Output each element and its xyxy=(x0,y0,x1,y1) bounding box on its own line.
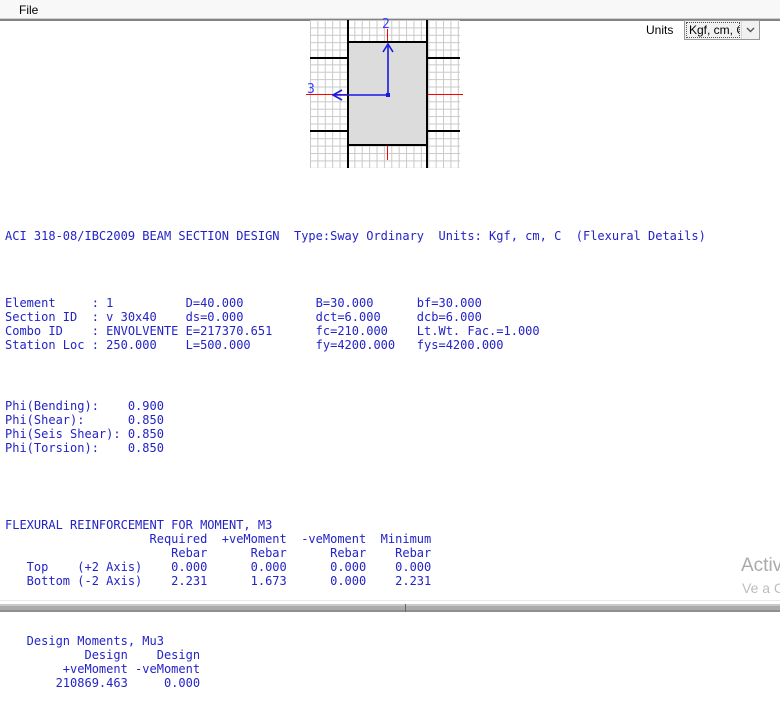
report-line: Combo ID : ENVOLVENTE E=217370.651 fc=21… xyxy=(5,324,706,338)
units-dropdown[interactable]: Kgf, cm, C xyxy=(684,20,760,40)
report-line: Required +veMoment -veMoment Minimum xyxy=(5,532,706,546)
window-bottom-notch xyxy=(405,604,406,612)
report-title: ACI 318-08/IBC2009 BEAM SECTION DESIGN T… xyxy=(5,229,706,243)
axes-arrows xyxy=(310,20,460,168)
report-line: 210869.463 0.000 xyxy=(5,676,706,690)
axis-2-label: 2 xyxy=(382,17,390,32)
report-line: Section ID : v 30x40 ds=0.000 dct=6.000 … xyxy=(5,310,706,324)
report-line: Phi(Torsion): 0.850 xyxy=(5,441,706,455)
section-info: Element : 1 D=40.000 B=30.000 bf=30.000S… xyxy=(5,296,706,352)
units-value: Kgf, cm, C xyxy=(686,22,740,38)
section-phi: Phi(Bending): 0.900Phi(Shear): 0.850Phi(… xyxy=(5,399,706,455)
report-line: Bottom (-2 Axis) 2.231 1.673 0.000 2.231 xyxy=(5,574,706,588)
report-line: Phi(Bending): 0.900 xyxy=(5,399,706,413)
report-line: +veMoment -veMoment xyxy=(5,662,706,676)
report-line: Top (+2 Axis) 0.000 0.000 0.000 0.000 xyxy=(5,560,706,574)
report-line: Rebar Rebar Rebar Rebar xyxy=(5,546,706,560)
report-line: Design Design xyxy=(5,648,706,662)
section-flexural: FLEXURAL REINFORCEMENT FOR MOMENT, M3 Re… xyxy=(5,518,706,588)
units-label: Units xyxy=(646,23,673,37)
watermark-line2: Ve a C xyxy=(742,580,780,596)
section-diagram: 2 3 xyxy=(310,20,460,168)
report-line: Phi(Shear): 0.850 xyxy=(5,413,706,427)
menu-file[interactable]: File xyxy=(14,1,43,19)
menu-bar: File xyxy=(0,0,780,18)
window-bottom-edge xyxy=(0,600,780,612)
section-moments: Design Moments, Mu3 Design Design +veMom… xyxy=(5,634,706,690)
report-line: Element : 1 D=40.000 B=30.000 bf=30.000 xyxy=(5,296,706,310)
report-line: Phi(Seis Shear): 0.850 xyxy=(5,427,706,441)
report-line: Station Loc : 250.000 L=500.000 fy=4200.… xyxy=(5,338,706,352)
report-line: Design Moments, Mu3 xyxy=(5,634,706,648)
report-line: FLEXURAL REINFORCEMENT FOR MOMENT, M3 xyxy=(5,518,706,532)
watermark-line1: Activ xyxy=(741,555,780,577)
axis-3-label: 3 xyxy=(307,82,315,97)
design-report: ACI 318-08/IBC2009 BEAM SECTION DESIGN T… xyxy=(5,201,706,704)
chevron-down-icon[interactable] xyxy=(741,21,759,39)
